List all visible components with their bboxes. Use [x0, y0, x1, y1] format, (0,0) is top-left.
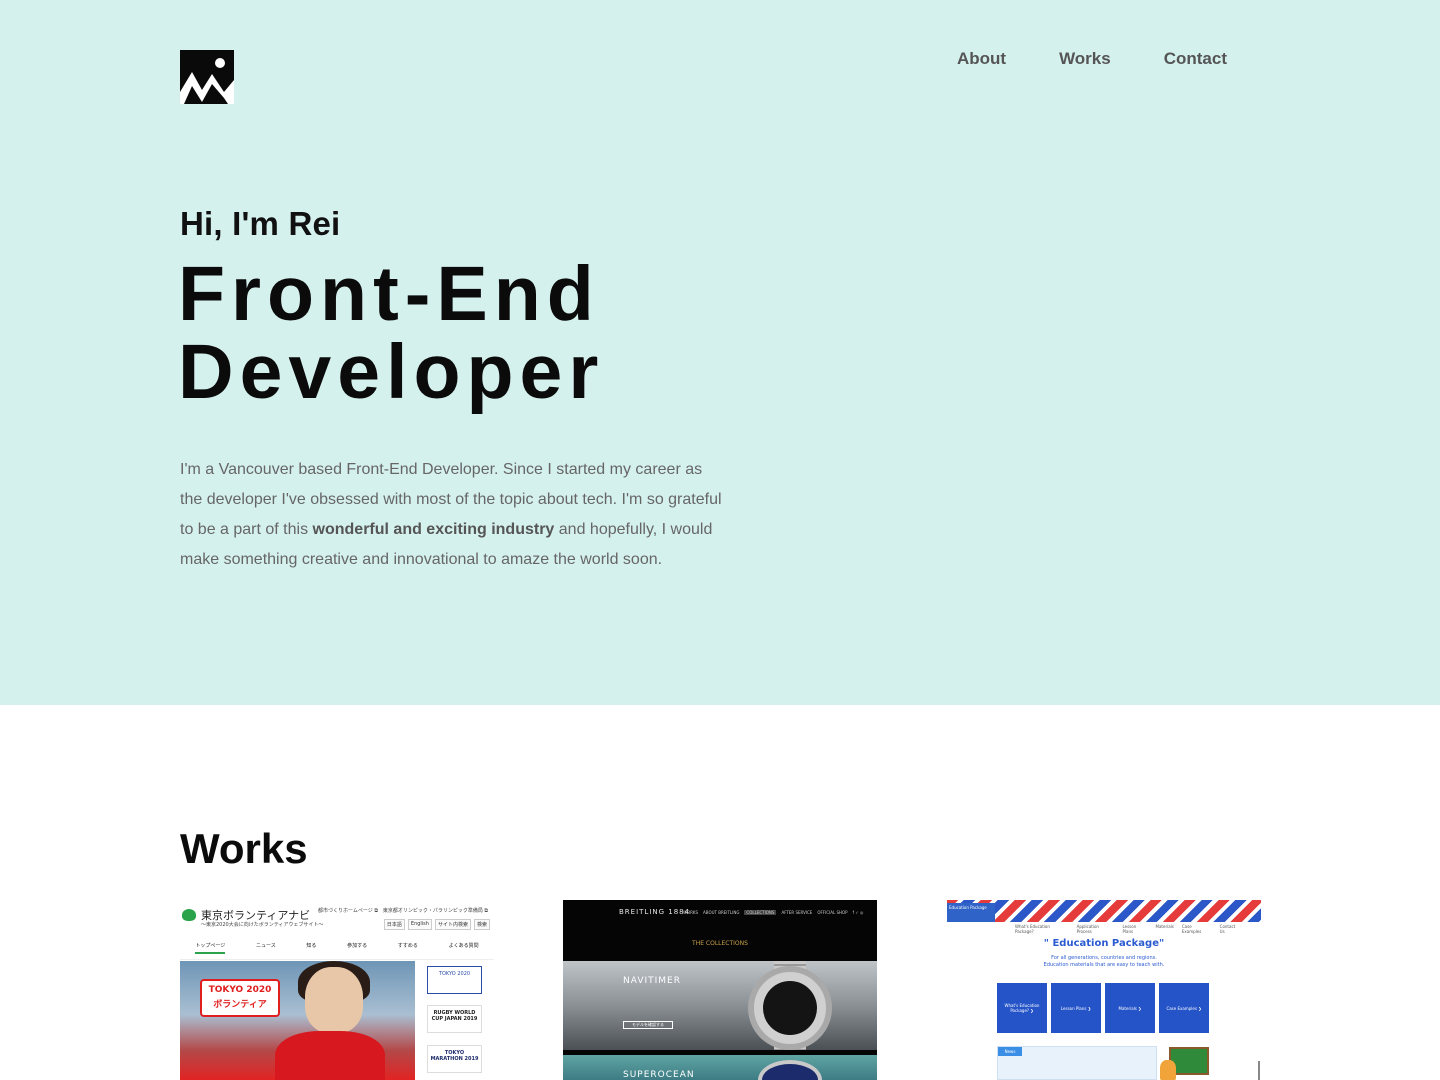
c3-child-illustration	[1160, 1060, 1176, 1080]
c2-brand-logo: BREITLING 1884	[619, 908, 691, 916]
c1-nav-item: 参加する	[347, 943, 368, 949]
intro-paragraph: I'm a Vancouver based Front-End Develope…	[180, 455, 725, 575]
c2-watch-dial	[763, 981, 817, 1035]
c1-hero-banner: TOKYO 2020 ボランティア	[180, 961, 415, 1080]
c3-news-box: News	[997, 1046, 1157, 1080]
headline: Front-End Developer	[178, 255, 604, 411]
c3-news-label: News	[998, 1047, 1022, 1056]
work-card-breitling[interactable]: BREITLING 1884 WORKS ABOUT BREITLING COL…	[563, 900, 877, 1080]
c1-nav-item: すすめる	[397, 943, 418, 949]
c3-title: " Education Package"	[1043, 938, 1165, 949]
c1-lang-ja: 日本語	[383, 919, 405, 930]
c1-side-tile: TOKYO 2020	[427, 966, 482, 994]
intro-bold-text: wonderful and exciting industry	[312, 521, 555, 538]
logo-mountain-image-icon[interactable]	[180, 50, 234, 104]
nav-contact[interactable]: Contact	[1164, 48, 1227, 70]
c1-header-links: 都市づくりホームページ ⧉ 東京都オリンピック・パラリンピック準備局 ⧉	[318, 908, 488, 914]
c3-subtitle-line1: For all generations, countries and regio…	[1051, 955, 1157, 961]
c3-menu-item: Case Examples	[1181, 924, 1202, 934]
c3-menu-item: Lesson Plans	[1122, 924, 1137, 934]
headline-line-2: Developer	[178, 329, 605, 415]
c3-scroll-indicator	[1258, 1061, 1260, 1080]
c1-nav-item: 知る	[306, 943, 317, 949]
c1-volunteer-badge: TOKYO 2020 ボランティア	[200, 979, 280, 1017]
c3-menu-item: Materials	[1155, 924, 1174, 929]
c3-menu-item: Application Process	[1076, 924, 1099, 934]
c1-nav: トップページ ニュース 知る 参加する すすめる よくある質問	[180, 942, 494, 954]
c1-lang-en: English	[407, 919, 432, 930]
c1-nav-item: ニュース	[255, 943, 276, 949]
ginkgo-leaf-icon	[182, 909, 196, 921]
c2-ocean-band	[563, 1055, 877, 1080]
c2-collection-name: NAVITIMER	[623, 976, 681, 986]
c1-person-face	[305, 967, 363, 1033]
c3-menu: What's Education Package? Application Pr…	[995, 922, 1261, 934]
c1-side-tile: TOKYO MARATHON 2019	[427, 1045, 482, 1073]
greeting: Hi, I'm Rei	[180, 205, 341, 242]
c1-site-subtitle: 〜東京2020大会に向けたボランティアウェブサイト〜	[201, 922, 324, 928]
c3-logo: Education Package	[947, 903, 995, 922]
c2-collection-name: SUPEROCEAN	[623, 1070, 695, 1080]
c1-header: 東京ボランティアナビ 〜東京2020大会に向けたボランティアウェブサイト〜 都市…	[180, 900, 494, 960]
c3-tile-button: Materials ❯	[1105, 983, 1155, 1033]
c2-nav-item: AFTER SERVICE	[781, 910, 813, 915]
c3-button-row: What's Education Package? ❯ Lesson Plans…	[997, 983, 1209, 1033]
c3-subtitle-line2: Education materials that are easy to tea…	[1043, 962, 1165, 968]
headline-line-1: Front-End	[178, 251, 600, 337]
c3-menu-item: Contact Us	[1219, 924, 1236, 934]
c2-nav-item: ABOUT BREITLING	[703, 910, 740, 915]
c1-side-tile: RUGBY WORLD CUP JAPAN 2019	[427, 1005, 482, 1033]
c2-nav: WORKS ABOUT BREITLING COLLECTIONS AFTER …	[683, 910, 863, 915]
work-card-tokyo-volunteer[interactable]: 東京ボランティアナビ 〜東京2020大会に向けたボランティアウェブサイト〜 都市…	[180, 900, 494, 1080]
main-nav: About Works Contact	[957, 48, 1227, 70]
works-title: Works	[180, 825, 308, 872]
c2-collection-button: モデルを確認する	[623, 1021, 673, 1029]
c1-nav-item: トップページ	[195, 942, 226, 954]
c1-sidebar: TOKYO 2020 RUGBY WORLD CUP JAPAN 2019 TO…	[417, 961, 494, 1080]
c1-search-box: サイト内検索	[434, 919, 471, 930]
c2-nav-item: OFFICIAL SHOP	[817, 910, 848, 915]
c2-section-label: THE COLLECTIONS	[692, 940, 748, 947]
c3-subtitle: For all generations, countries and regio…	[947, 955, 1261, 969]
work-card-education-package[interactable]: Education Package What's Education Packa…	[947, 900, 1261, 1080]
c1-nav-item: よくある質問	[448, 943, 479, 949]
c3-tile-button: Case Examples ❯	[1159, 983, 1209, 1033]
c1-badge-line2: ボランティア	[213, 1000, 267, 1010]
c3-tile-button: What's Education Package? ❯	[997, 983, 1047, 1033]
c3-menu-item: What's Education Package?	[1015, 924, 1050, 934]
c2-social-icons: f ✓ ◎	[852, 910, 864, 915]
c1-search-button: 検索	[473, 919, 490, 930]
nav-works[interactable]: Works	[1059, 48, 1111, 70]
c1-badge-line1: TOKYO 2020	[208, 985, 272, 995]
hero-section: About Works Contact Hi, I'm Rei Front-En…	[0, 0, 1440, 705]
c1-person-coat	[275, 1031, 385, 1080]
c2-nav-item: COLLECTIONS	[744, 910, 777, 915]
c3-tile-button: Lesson Plans ❯	[1051, 983, 1101, 1033]
c1-search-bar: 日本語 English サイト内検索 検索	[383, 919, 490, 930]
c2-nav-item: WORKS	[683, 910, 699, 915]
nav-about[interactable]: About	[957, 48, 1006, 70]
